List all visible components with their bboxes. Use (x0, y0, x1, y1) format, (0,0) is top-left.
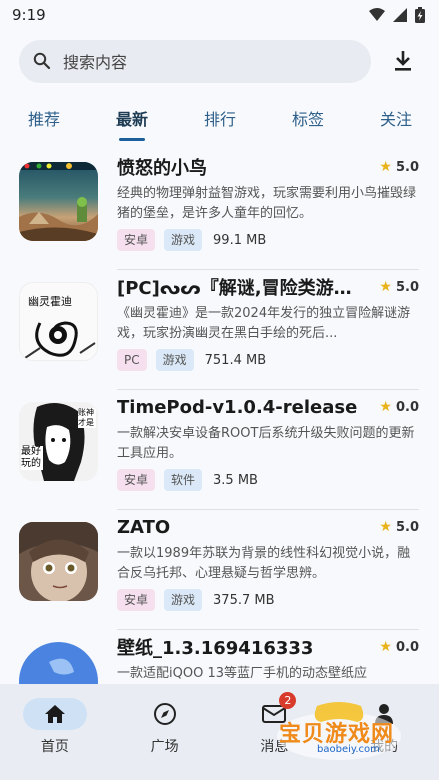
home-icon (44, 705, 65, 723)
list-item[interactable]: 愤怒的小鸟 ★ 5.0 经典的物理弹射益智游戏，玩家需要利用小鸟摧毁绿猪的堡垒，是… (0, 150, 439, 270)
item-description: 一款以1989年苏联为背景的线性科幻视觉小说，融合反乌托邦、心理悬疑与哲学思辨。 (117, 546, 411, 581)
item-title: ZATO (117, 516, 171, 538)
thumb-caption: 账神才是 (78, 408, 96, 428)
tab-label: 排行 (203, 110, 236, 129)
app-thumbnail: 幽灵霍迪 (19, 282, 98, 361)
title-row: 壁纸_1.3.169416333 ★ 0.0 (117, 634, 419, 660)
item-info: ZATO ★ 5.0 一款以1989年苏联为背景的线性科幻视觉小说，融合反乌托邦、… (117, 510, 419, 611)
signal-icon (393, 8, 407, 22)
nav-label: 首页 (40, 739, 69, 755)
rating-value: 0.0 (395, 399, 419, 415)
star-icon: ★ (379, 519, 392, 535)
nav-label: 广场 (150, 739, 179, 755)
status-time: 9:19 (12, 6, 46, 24)
file-size: 3.5 MB (213, 472, 258, 488)
tab-label: 标签 (291, 110, 324, 129)
item-info: [PC]ᔓᔕ『解谜,冒险类游戏... ★ 5.0 《幽灵霍迪》是一款2024年发行… (117, 270, 419, 371)
item-meta: PC 游戏 751.4 MB (117, 349, 419, 371)
item-meta: 安卓 游戏 99.1 MB (117, 229, 419, 251)
platform-tag[interactable]: 安卓 (117, 589, 156, 611)
rating-value: 5.0 (395, 279, 419, 295)
wifi-icon (369, 8, 385, 21)
rating: ★ 5.0 (379, 519, 419, 535)
tab-bar: 推荐 最新 排行 标签 关注 (0, 86, 439, 150)
tab-recommend[interactable]: 推荐 (10, 106, 78, 130)
rating: ★ 0.0 (379, 639, 419, 655)
watermark-url: baobeiy.com (317, 744, 380, 755)
status-bar: 9:19 (0, 0, 439, 30)
app-list: 愤怒的小鸟 ★ 5.0 经典的物理弹射益智游戏，玩家需要利用小鸟摧毁绿猪的堡垒，是… (0, 150, 439, 750)
nav-home[interactable]: 首页 (0, 698, 110, 780)
list-item[interactable]: 最好玩的 账神才是 TimePod-v1.0.4-release ★ 0.0 一款… (0, 390, 439, 510)
rating: ★ 5.0 (379, 279, 419, 295)
download-button[interactable] (379, 50, 427, 72)
star-icon: ★ (379, 159, 392, 175)
item-description: 经典的物理弹射益智游戏，玩家需要利用小鸟摧毁绿猪的堡垒，是许多人童年的回忆。 (117, 186, 417, 221)
category-tag[interactable]: 游戏 (164, 229, 203, 251)
rating-value: 5.0 (395, 519, 419, 535)
app-thumbnail (19, 522, 98, 601)
compass-icon (153, 703, 176, 725)
platform-tag[interactable]: 安卓 (117, 469, 156, 491)
file-size: 751.4 MB (204, 352, 267, 368)
item-meta: 安卓 软件 3.5 MB (117, 469, 419, 491)
app-thumbnail (19, 162, 98, 241)
rating: ★ 0.0 (379, 399, 419, 415)
thumb-caption: 幽灵霍迪 (28, 295, 72, 308)
tab-label: 最新 (115, 110, 148, 129)
platform-tag[interactable]: PC (117, 349, 147, 371)
tab-tags[interactable]: 标签 (254, 106, 362, 130)
item-info: TimePod-v1.0.4-release ★ 0.0 一款解决安卓设备ROOT… (117, 390, 419, 491)
app-thumbnail: 最好玩的 账神才是 (19, 402, 98, 481)
rating-value: 0.0 (395, 639, 419, 655)
watermark-logo: 宝贝游戏网 baobeiy.com (269, 698, 409, 762)
download-icon (395, 51, 411, 71)
battery-icon (415, 7, 425, 23)
platform-tag[interactable]: 安卓 (117, 229, 156, 251)
item-description: 一款解决安卓设备ROOT后系统升级失败问题的更新工具应用。 (117, 426, 415, 461)
item-title: [PC]ᔓᔕ『解谜,冒险类游戏... (117, 278, 367, 299)
nav-plaza[interactable]: 广场 (110, 698, 220, 780)
title-row: TimePod-v1.0.4-release ★ 0.0 (117, 394, 419, 420)
file-size: 375.7 MB (213, 592, 275, 608)
zato-art (19, 522, 98, 601)
star-icon: ★ (379, 639, 392, 655)
category-tag[interactable]: 游戏 (155, 349, 194, 371)
rating-value: 5.0 (395, 159, 419, 175)
rating: ★ 5.0 (379, 159, 419, 175)
search-icon (33, 52, 51, 70)
star-icon: ★ (379, 279, 392, 295)
title-row: [PC]ᔓᔕ『解谜,冒险类游戏... ★ 5.0 (117, 274, 419, 300)
tab-latest[interactable]: 最新 (78, 106, 186, 130)
search-input[interactable]: 搜索内容 (19, 39, 371, 83)
nav-icon-wrap (133, 698, 197, 730)
angry-birds-art (19, 162, 98, 241)
nav-icon-wrap (22, 698, 87, 730)
file-size: 99.1 MB (213, 232, 267, 248)
list-item[interactable]: 幽灵霍迪 [PC]ᔓᔕ『解谜,冒险类游戏... ★ 5.0 《幽灵霍迪》是一款20… (0, 270, 439, 390)
title-row: ZATO ★ 5.0 (117, 514, 419, 540)
tab-follow[interactable]: 关注 (362, 106, 430, 130)
item-title: TimePod-v1.0.4-release (117, 396, 358, 418)
item-info: 愤怒的小鸟 ★ 5.0 经典的物理弹射益智游戏，玩家需要利用小鸟摧毁绿猪的堡垒，是… (117, 150, 419, 251)
star-icon: ★ (379, 399, 392, 415)
tab-label: 推荐 (27, 110, 60, 129)
item-description: 《幽灵霍迪》是一款2024年发行的独立冒险解谜游戏，玩家扮演幽灵在黑白手绘的死后… (117, 306, 411, 341)
category-tag[interactable]: 软件 (164, 469, 203, 491)
tab-label: 关注 (379, 110, 412, 129)
tab-ranking[interactable]: 排行 (186, 106, 254, 130)
category-tag[interactable]: 游戏 (164, 589, 203, 611)
search-placeholder: 搜索内容 (63, 53, 128, 72)
title-row: 愤怒的小鸟 ★ 5.0 (117, 154, 419, 180)
item-title: 愤怒的小鸟 (117, 158, 207, 179)
status-icons (369, 7, 425, 23)
thumb-caption: 最好玩的 (21, 446, 43, 470)
list-item[interactable]: ZATO ★ 5.0 一款以1989年苏联为背景的线性科幻视觉小说，融合反乌托邦、… (0, 510, 439, 630)
item-title: 壁纸_1.3.169416333 (117, 638, 314, 659)
search-row: 搜索内容 (0, 30, 439, 86)
item-meta: 安卓 游戏 375.7 MB (117, 589, 419, 611)
